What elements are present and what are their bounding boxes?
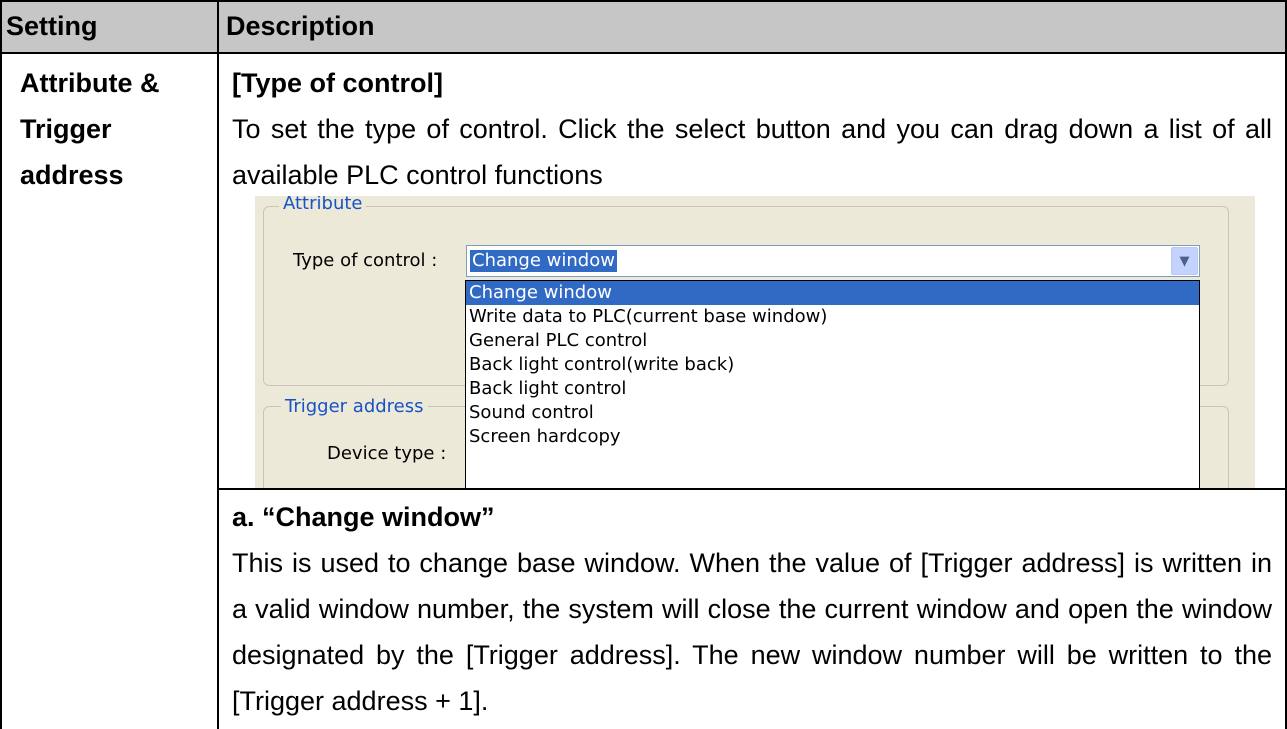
type-of-control-combobox[interactable]: Change window ▼ <box>466 245 1200 277</box>
dropdown-button[interactable]: ▼ <box>1171 247 1198 275</box>
setting-line-2: Trigger <box>20 114 112 144</box>
option-write-data-to-plc[interactable]: Write data to PLC(current base window) <box>466 305 1199 329</box>
table-row-divider <box>217 488 1287 490</box>
option-change-window[interactable]: Change window <box>466 281 1199 305</box>
table-border-left <box>0 0 2 729</box>
type-of-control-value: Change window <box>470 250 617 272</box>
option-general-plc-control[interactable]: General PLC control <box>466 329 1199 353</box>
section-body: To set the type of control. Click the se… <box>232 114 1272 190</box>
device-type-label: Device type : <box>327 443 447 464</box>
table-border-top <box>0 0 1287 2</box>
attribute-group-title: Attribute <box>279 196 367 214</box>
table-border-header <box>0 52 1287 54</box>
dialog-screenshot: Attribute Type of control : Change windo… <box>255 196 1255 488</box>
chevron-down-icon: ▼ <box>1179 253 1190 269</box>
option-back-light-control[interactable]: Back light control <box>466 377 1199 401</box>
option-screen-hardcopy[interactable]: Screen hardcopy <box>466 425 1199 449</box>
header-setting: Setting <box>6 11 98 41</box>
header-description: Description <box>226 11 375 41</box>
type-of-control-dropdown-list[interactable]: Change window Write data to PLC(current … <box>465 280 1200 488</box>
setting-line-1: Attribute & <box>20 68 160 98</box>
option-sound-control[interactable]: Sound control <box>466 401 1199 425</box>
type-of-control-label: Type of control : <box>293 250 438 271</box>
section-title: [Type of control] <box>232 68 443 98</box>
trigger-address-group-title: Trigger address <box>281 397 428 417</box>
setting-line-3: address <box>20 160 124 190</box>
setting-cell: Attribute & Trigger address <box>20 60 159 198</box>
table-column-divider <box>217 0 219 729</box>
subsection-body: This is used to change base window. When… <box>232 548 1272 716</box>
subsection-title: a. “Change window” <box>232 502 495 532</box>
option-back-light-control-write-back[interactable]: Back light control(write back) <box>466 353 1199 377</box>
type-of-control-section: [Type of control] To set the type of con… <box>232 60 1272 198</box>
change-window-section: a. “Change window” This is used to chang… <box>232 494 1272 724</box>
